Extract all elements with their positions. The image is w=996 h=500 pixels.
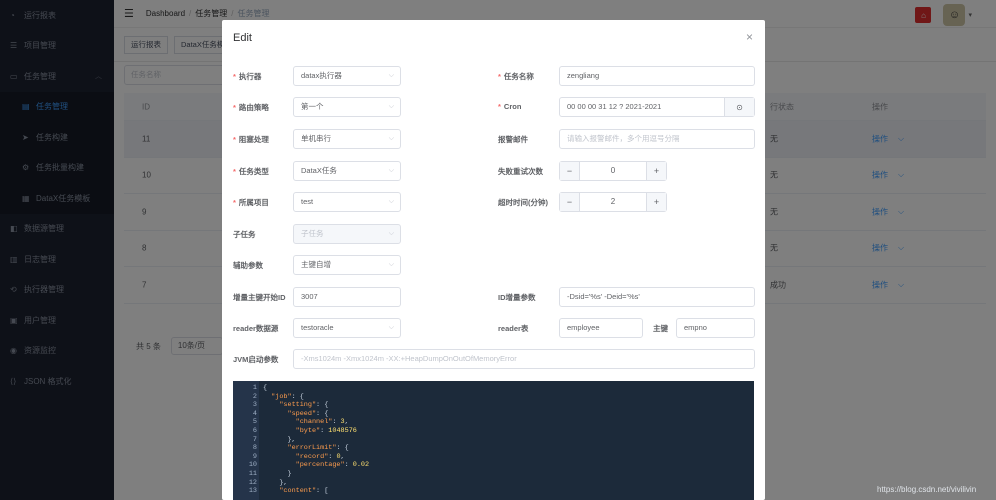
code-text: "speed": {	[287, 409, 329, 418]
block-label: * 阻塞处理	[233, 135, 269, 144]
child-task-label: 子任务	[233, 230, 256, 239]
id-inc-param-label: ID增量参数	[498, 293, 536, 302]
line-number: 13	[248, 487, 257, 496]
cron-input[interactable]: 00 00 00 31 12 ? 2021-2021	[560, 98, 724, 116]
line-number: 7	[252, 435, 257, 444]
cron-field: 00 00 00 31 12 ? 2021-2021 ⊙	[559, 97, 755, 117]
line-number: 5	[252, 418, 257, 427]
retry-label: 失败重试次数	[498, 167, 543, 176]
route-label: * 路由策略	[233, 103, 269, 112]
id-inc-param-input[interactable]: -Dsid='%s' -Deid='%s'	[559, 287, 755, 307]
chevron-down-icon: ⌵	[388, 167, 394, 174]
line-number: 11	[248, 470, 257, 478]
code-line: 1{	[233, 384, 267, 393]
code-text: },	[263, 478, 288, 487]
code-line: 7 },	[233, 436, 296, 445]
code-text: "errorLimit": {	[287, 444, 349, 453]
reader-ds-select[interactable]: testoracle ⌵	[293, 318, 401, 338]
jvm-input[interactable]: -Xms1024m -Xmx1024m -XX:+HeapDumpOnOutOf…	[293, 349, 755, 369]
close-icon[interactable]: ×	[746, 30, 753, 44]
cron-label: * Cron	[498, 102, 522, 111]
reader-ds-label: reader数据源	[233, 324, 279, 333]
code-line: 5 "channel": 3,	[233, 418, 349, 427]
code-text: "channel": 3,	[295, 418, 349, 427]
code-text: "content": [	[279, 487, 329, 496]
line-number: 9	[252, 452, 257, 461]
project-select[interactable]: test ⌵	[293, 192, 401, 212]
dialog-title: Edit	[233, 32, 252, 44]
task-type-select[interactable]: DataX任务 ⌵	[293, 161, 401, 181]
primary-key-label: 主键	[653, 324, 668, 333]
timeout-label: 超时时间(分钟)	[498, 198, 548, 207]
task-type-label: * 任务类型	[233, 167, 269, 176]
chevron-down-icon: ⌵	[388, 324, 394, 331]
chevron-down-icon: ⌵	[388, 103, 394, 110]
line-number: 12	[248, 478, 257, 487]
route-select[interactable]: 第一个 ⌵	[293, 97, 401, 117]
code-line: 4 "speed": {	[233, 410, 328, 419]
plus-button[interactable]: +	[646, 162, 666, 180]
chevron-down-icon: ⌵	[388, 135, 394, 142]
minus-button[interactable]: −	[560, 162, 580, 180]
chevron-down-icon: ⌵	[388, 198, 394, 205]
line-number: 10	[248, 461, 257, 470]
code-line: 11 }	[233, 470, 292, 479]
block-select[interactable]: 单机串行 ⌵	[293, 129, 401, 149]
watermark: https://blog.csdn.net/vivilivin	[877, 485, 977, 494]
code-text: {	[263, 384, 268, 392]
code-line: 13 "content": [	[233, 487, 328, 496]
retry-value[interactable]: 0	[580, 162, 646, 180]
executor-select[interactable]: datax执行器 ⌵	[293, 66, 401, 86]
code-line: 10 "percentage": 0.02	[233, 461, 369, 470]
primary-key-input[interactable]: empno	[676, 318, 755, 338]
code-line: 12 },	[233, 478, 288, 488]
code-text: "byte": 1048576	[295, 427, 357, 435]
code-text: },	[263, 435, 296, 444]
aux-param-label: 辅助参数	[233, 261, 263, 270]
code-line: 8 "errorLimit": {	[233, 444, 349, 453]
project-label: * 所属项目	[233, 198, 269, 207]
code-text: "job": {	[271, 392, 304, 401]
plus-button[interactable]: +	[646, 193, 666, 211]
line-number: 1	[252, 384, 257, 392]
line-number: 2	[252, 392, 257, 401]
code-line: 9 "record": 0,	[233, 453, 345, 462]
line-number: 6	[252, 427, 257, 435]
code-text: "percentage": 0.02	[295, 461, 370, 470]
code-text: "record": 0,	[295, 452, 345, 461]
toggle-icon[interactable]: ⊙	[724, 98, 754, 116]
code-text: "setting": {	[279, 401, 329, 410]
line-number: 3	[252, 401, 257, 410]
line-number: 8	[252, 444, 257, 453]
code-line: 2 "job": {	[233, 393, 304, 402]
chevron-down-icon: ⌵	[388, 72, 394, 79]
alarm-email-label: 报警邮件	[498, 135, 528, 144]
child-task-select[interactable]: 子任务 ⌵	[293, 224, 401, 244]
reader-table-label: reader表	[498, 324, 529, 333]
json-code-editor[interactable]: 1{2 "job": {3 "setting": {4 "speed": {5 …	[233, 381, 754, 500]
code-line: 3 "setting": {	[233, 401, 328, 410]
task-name-input[interactable]: zengliang	[559, 66, 755, 86]
task-name-label: * 任务名称	[498, 72, 534, 81]
reader-table-input[interactable]: employee	[559, 318, 643, 338]
aux-param-select[interactable]: 主键自增 ⌵	[293, 255, 401, 275]
timeout-value[interactable]: 2	[580, 193, 646, 211]
alarm-email-input[interactable]: 请输入报警邮件，多个用逗号分隔	[559, 129, 755, 149]
code-line: 6 "byte": 1048576	[233, 427, 357, 436]
edit-dialog: Edit × * 执行器 datax执行器 ⌵ * 任务名称 zengliang * 路…	[222, 20, 765, 500]
jvm-label: JVM启动参数	[233, 355, 279, 364]
line-number: 4	[252, 409, 257, 418]
chevron-down-icon: ⌵	[388, 230, 394, 237]
retry-stepper: − 0 +	[559, 161, 667, 181]
minus-button[interactable]: −	[560, 193, 580, 211]
executor-label: * 执行器	[233, 72, 262, 81]
inc-start-input[interactable]: 3007	[293, 287, 401, 307]
code-text: }	[263, 470, 292, 478]
timeout-stepper: − 2 +	[559, 192, 667, 212]
chevron-down-icon: ⌵	[388, 261, 394, 268]
inc-start-label: 增量主键开始ID	[233, 293, 286, 302]
